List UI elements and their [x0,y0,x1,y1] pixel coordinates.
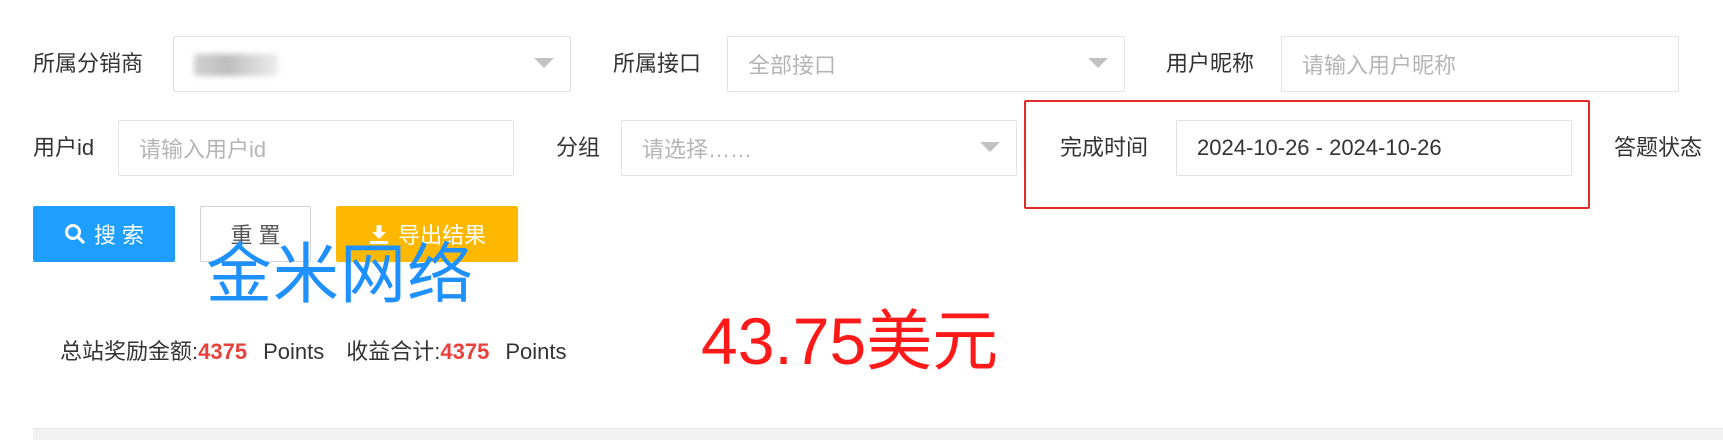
distributor-label: 所属分销商 [33,51,144,76]
chevron-down-icon [980,142,1000,152]
watermark-text: 金米网络 [206,237,474,311]
api-select[interactable]: 全部接口 [727,36,1125,92]
answer-status-label: 答题状态 [1614,135,1703,160]
chevron-down-icon [1088,58,1108,68]
chevron-down-icon [534,58,554,68]
finish-time-range-input[interactable]: 2024-10-26 - 2024-10-26 [1176,120,1572,176]
search-button-label: 搜 索 [93,223,145,248]
user-id-input[interactable]: 请输入用户id [118,120,514,176]
distributor-select[interactable] [173,36,571,92]
usd-annotation: 43.75美元 [701,304,999,378]
income-unit: Points [505,339,567,364]
distributor-value-redacted [194,54,278,76]
user-id-label: 用户id [33,135,95,160]
nickname-label: 用户昵称 [1166,51,1255,76]
total-reward-value: 4375 [198,339,248,364]
nickname-input[interactable]: 请输入用户昵称 [1281,36,1679,92]
total-reward-unit: Points [263,339,325,364]
finish-time-value: 2024-10-26 - 2024-10-26 [1197,135,1442,160]
results-table-header [33,428,1723,440]
income-label: 收益合计: [346,339,441,364]
finish-time-label: 完成时间 [1060,135,1149,160]
api-label: 所属接口 [613,51,702,76]
search-button[interactable]: 搜 索 [33,206,175,262]
api-select-value: 全部接口 [748,53,837,78]
group-label: 分组 [556,135,601,160]
search-icon [64,223,86,245]
total-reward-label: 总站奖励金额: [60,339,199,364]
user-id-placeholder: 请输入用户id [139,137,267,162]
stats-summary: 总站奖励金额:4375 Points 收益合计:4375 Points [60,334,566,366]
group-placeholder: 请选择…… [642,137,753,162]
income-value: 4375 [440,339,490,364]
nickname-placeholder: 请输入用户昵称 [1302,53,1457,78]
group-select[interactable]: 请选择…… [621,120,1017,176]
